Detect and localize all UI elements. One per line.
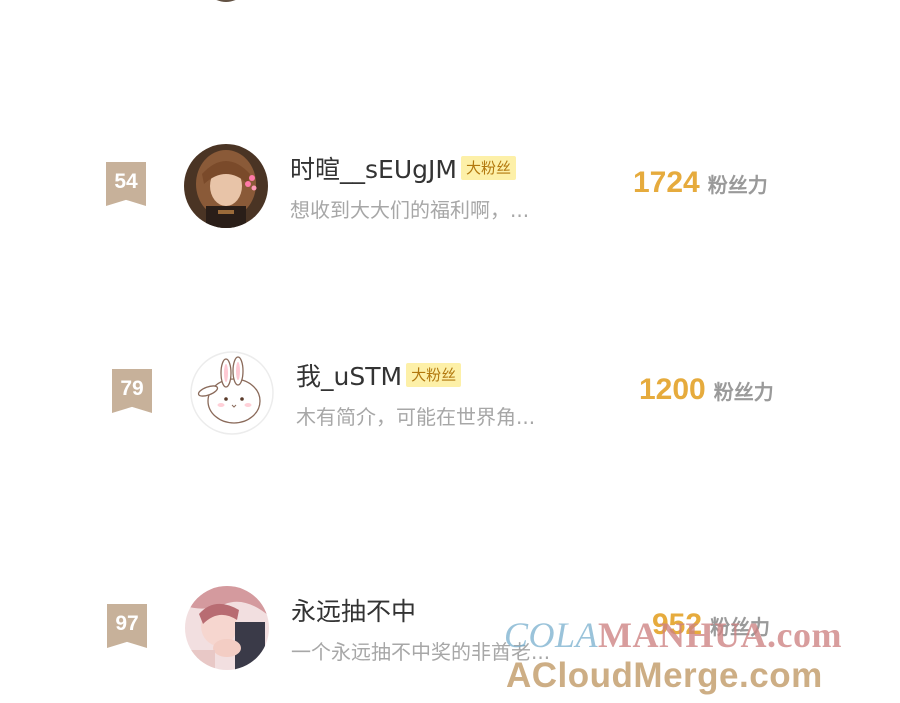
fan-power-label: 粉丝力 <box>713 380 774 404</box>
user-bio: 想收到大大们的福利啊，... <box>290 198 530 222</box>
username[interactable]: 我_uSTM <box>296 357 402 393</box>
fan-power-label: 粉丝力 <box>707 173 768 197</box>
username[interactable]: 时暄__sEUgJM <box>290 150 457 186</box>
fan-power-value: 1200 <box>639 373 706 406</box>
fan-power-value: 1724 <box>633 166 700 199</box>
fan-rank-row[interactable]: 79 我_uSTM 大粉丝 木有简介，可能在世界角... 1200 粉丝力 <box>0 343 900 443</box>
rank-badge: 97 <box>107 604 147 648</box>
user-avatar[interactable] <box>190 351 274 435</box>
watermark: COLAMANHUA.com ACloudMerge.com <box>500 610 900 703</box>
fan-level-badge: 大粉丝 <box>460 156 516 180</box>
user-avatar[interactable] <box>184 144 268 228</box>
fan-rank-row[interactable]: 54 时暄__sEUgJM 大粉丝 想收到大大们的福利啊，... 1724 粉丝… <box>0 136 900 236</box>
user-avatar[interactable] <box>185 586 269 670</box>
fan-power: 1200 粉丝力 <box>639 373 774 407</box>
rank-badge: 54 <box>106 162 146 206</box>
user-bio: 木有简介，可能在世界角... <box>296 405 536 429</box>
rank-badge: 79 <box>112 369 152 413</box>
watermark-merge-site: ACloudMerge.com <box>506 656 823 695</box>
previous-row-avatar[interactable] <box>202 0 250 2</box>
watermark-site-name: COLAMANHUA.com <box>504 615 842 655</box>
fan-power: 1724 粉丝力 <box>633 166 768 200</box>
username[interactable]: 永远抽不中 <box>291 592 416 628</box>
fan-level-badge: 大粉丝 <box>406 363 462 387</box>
